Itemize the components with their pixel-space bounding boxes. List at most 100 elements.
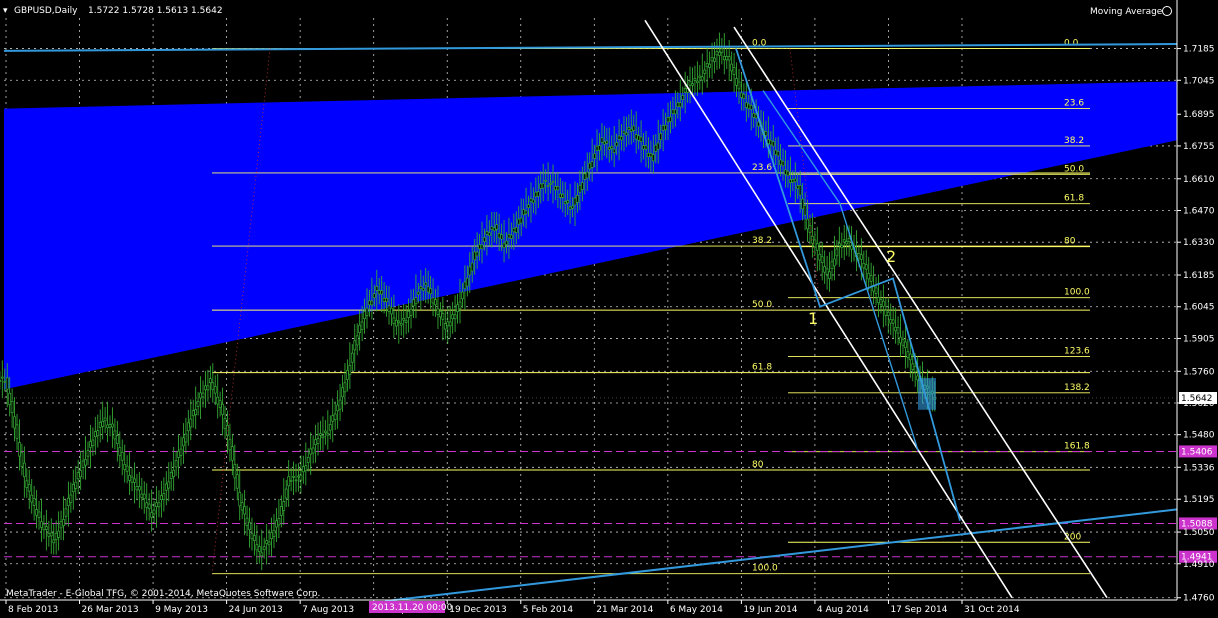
candle-body [8,392,12,405]
candle-body [177,450,180,458]
candle-body [128,474,131,481]
x-tick-label: 26 Mar 2013 [82,605,139,615]
candle-body [62,519,65,527]
candle-body [409,308,413,316]
candle-body [395,319,398,327]
candle-body [710,57,714,62]
candle-body [588,162,592,170]
y-tick-label: 1.5050 [1183,528,1215,538]
fib-label-right: 23.6 [1064,99,1084,109]
candle-body [536,191,540,197]
candle-body [769,139,773,146]
candle-body [319,433,322,436]
candle-body [461,291,464,300]
candle-body [747,103,751,109]
candle-body [292,476,295,478]
candle-body [671,109,675,115]
candle-body [835,248,839,257]
candle-body [693,78,697,81]
candle-body [661,125,665,131]
candle-body [700,76,704,81]
y-tick-label: 1.5905 [1183,334,1215,344]
candle-body [96,430,100,437]
candle-body [191,410,195,417]
candle-body [497,232,501,239]
indicator-name[interactable]: Moving Average [1090,7,1163,17]
candle-body [913,365,917,373]
candle-body [235,474,239,489]
candle-body [617,135,621,140]
candle-body [901,339,905,346]
candle-body [407,310,410,318]
candle-body [749,104,753,110]
candle-body [387,305,391,312]
candle-body [59,521,63,529]
candle-body [833,258,836,267]
candle-body [882,300,885,307]
candle-body [451,314,454,320]
candle-body [182,437,185,447]
x-tick-label: 21 Mar 2014 [596,605,653,615]
x-tick-label: 24 Jun 2013 [229,605,283,615]
candle-body [267,541,271,546]
candle-body [360,321,364,330]
x-tick-label: 4 Aug 2014 [817,605,869,615]
x-tick-label: 19 Dec 2013 [449,605,507,615]
candle-body [480,244,484,250]
candle-body [546,185,550,187]
candle-body [338,399,342,410]
candle-body [250,533,254,540]
y-tick-label: 1.5195 [1183,495,1215,505]
candle-body [561,193,565,198]
candle-body [485,231,489,235]
chart-toggle-icon[interactable]: ▾ [3,6,8,16]
candle-body [0,379,2,382]
candle-body [49,532,53,537]
candle-body [864,264,868,270]
candle-body [468,266,472,276]
candle-body [421,287,425,291]
candle-body [218,400,222,408]
candle-body [698,75,702,79]
x-tick-label: 17 Sep 2014 [890,605,947,615]
candle-body [441,313,445,320]
candle-body [343,382,347,393]
current-price-label: 1.5642 [1181,394,1213,404]
candle-body [612,148,616,153]
candle-body [15,424,19,439]
fib-label-left: 38.2 [752,236,772,246]
candle-body [463,281,467,290]
candle-body [722,56,726,61]
candle-body [793,178,797,183]
candle-body [869,275,873,282]
candle-body [532,199,535,204]
fib-label-left: 100.0 [752,564,778,574]
candle-body [539,183,543,189]
candle-body [666,117,670,123]
candle-body [76,472,80,480]
candle-body [730,63,733,72]
candle-body [475,251,479,257]
candle-body [167,481,171,489]
fib-label-right: 0.0 [1064,39,1079,49]
candle-body [211,382,215,390]
candle-body [314,439,317,446]
candle-body [806,218,809,230]
candle-body [434,299,437,306]
y-tick-label: 1.5336 [1183,463,1215,473]
candle-body [590,161,594,168]
y-tick-label: 1.5480 [1183,431,1215,441]
candle-body [350,352,354,363]
candle-body [651,154,655,162]
candle-body [328,424,332,431]
candle-body [289,479,293,482]
candle-body [605,140,609,144]
candle-body [446,321,450,327]
candle-body [558,193,562,198]
candle-body [676,102,680,107]
candle-body [152,509,156,515]
candle-body [615,142,618,147]
candle-body [145,502,149,508]
price-chart[interactable]: 0.023.638.250.061.880100.00.023.638.250.… [0,0,1218,618]
candle-body [683,87,687,93]
